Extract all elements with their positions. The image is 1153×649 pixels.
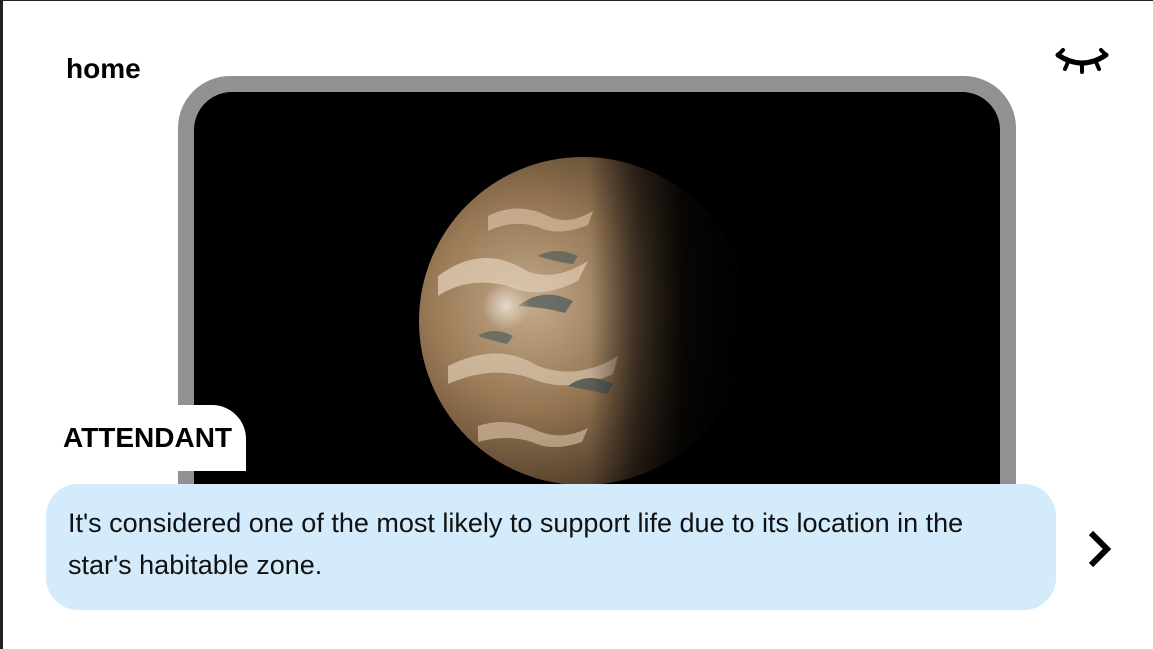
chevron-right-icon[interactable] [1081, 525, 1117, 573]
next-arrow-svg [1088, 530, 1112, 568]
dialog-text: It's considered one of the most likely t… [68, 508, 964, 580]
speaker-name-tag: ATTENDANT [47, 405, 247, 471]
visual-novel-screen: home ATTENDANT It's considered one of th… [0, 0, 1153, 649]
dialog-box[interactable]: It's considered one of the most likely t… [46, 484, 1056, 610]
home-link[interactable]: home [66, 53, 141, 85]
scene-screen [194, 92, 1000, 552]
closed-eye-icon[interactable] [1055, 45, 1109, 75]
scene-frame [178, 76, 1016, 552]
planet-image [419, 157, 747, 485]
closed-eye-svg [1055, 48, 1109, 74]
